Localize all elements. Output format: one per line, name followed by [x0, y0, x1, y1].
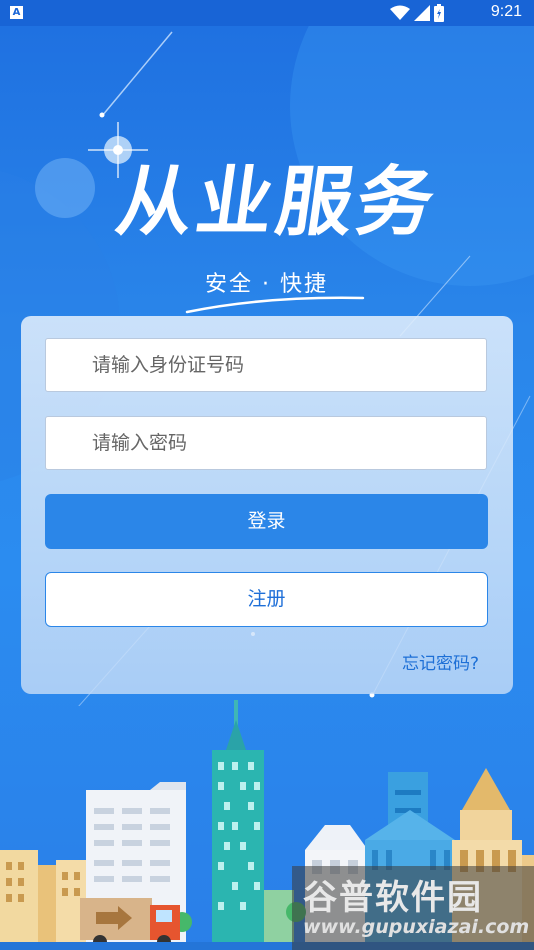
login-screen: A 9:21 从业服务 安全 · 快捷 请输入身份证号码 登录 注册 忘记密码?…: [0, 0, 534, 950]
watermark-url: www.gupuxiazai.com: [303, 916, 530, 938]
app-title: 从业服务: [110, 157, 444, 246]
status-icons: [390, 4, 444, 22]
notification-icon: A: [10, 6, 23, 19]
signal-icon: [414, 5, 430, 21]
battery-icon: [434, 4, 444, 22]
status-bar: A 9:21: [0, 0, 534, 26]
login-card: 登录 注册 忘记密码?: [21, 316, 513, 694]
login-button[interactable]: 登录: [45, 494, 488, 549]
id-number-field[interactable]: [45, 338, 487, 392]
password-field[interactable]: [45, 416, 487, 470]
wifi-icon: [390, 5, 410, 20]
clock: 9:21: [490, 3, 522, 20]
watermark-title: 谷普软件园: [303, 878, 483, 918]
password-input[interactable]: [46, 417, 486, 469]
register-button[interactable]: 注册: [45, 572, 488, 627]
id-number-input[interactable]: [46, 339, 486, 391]
swoosh-decoration: [185, 296, 365, 314]
forgot-password-link[interactable]: 忘记密码?: [402, 649, 479, 674]
